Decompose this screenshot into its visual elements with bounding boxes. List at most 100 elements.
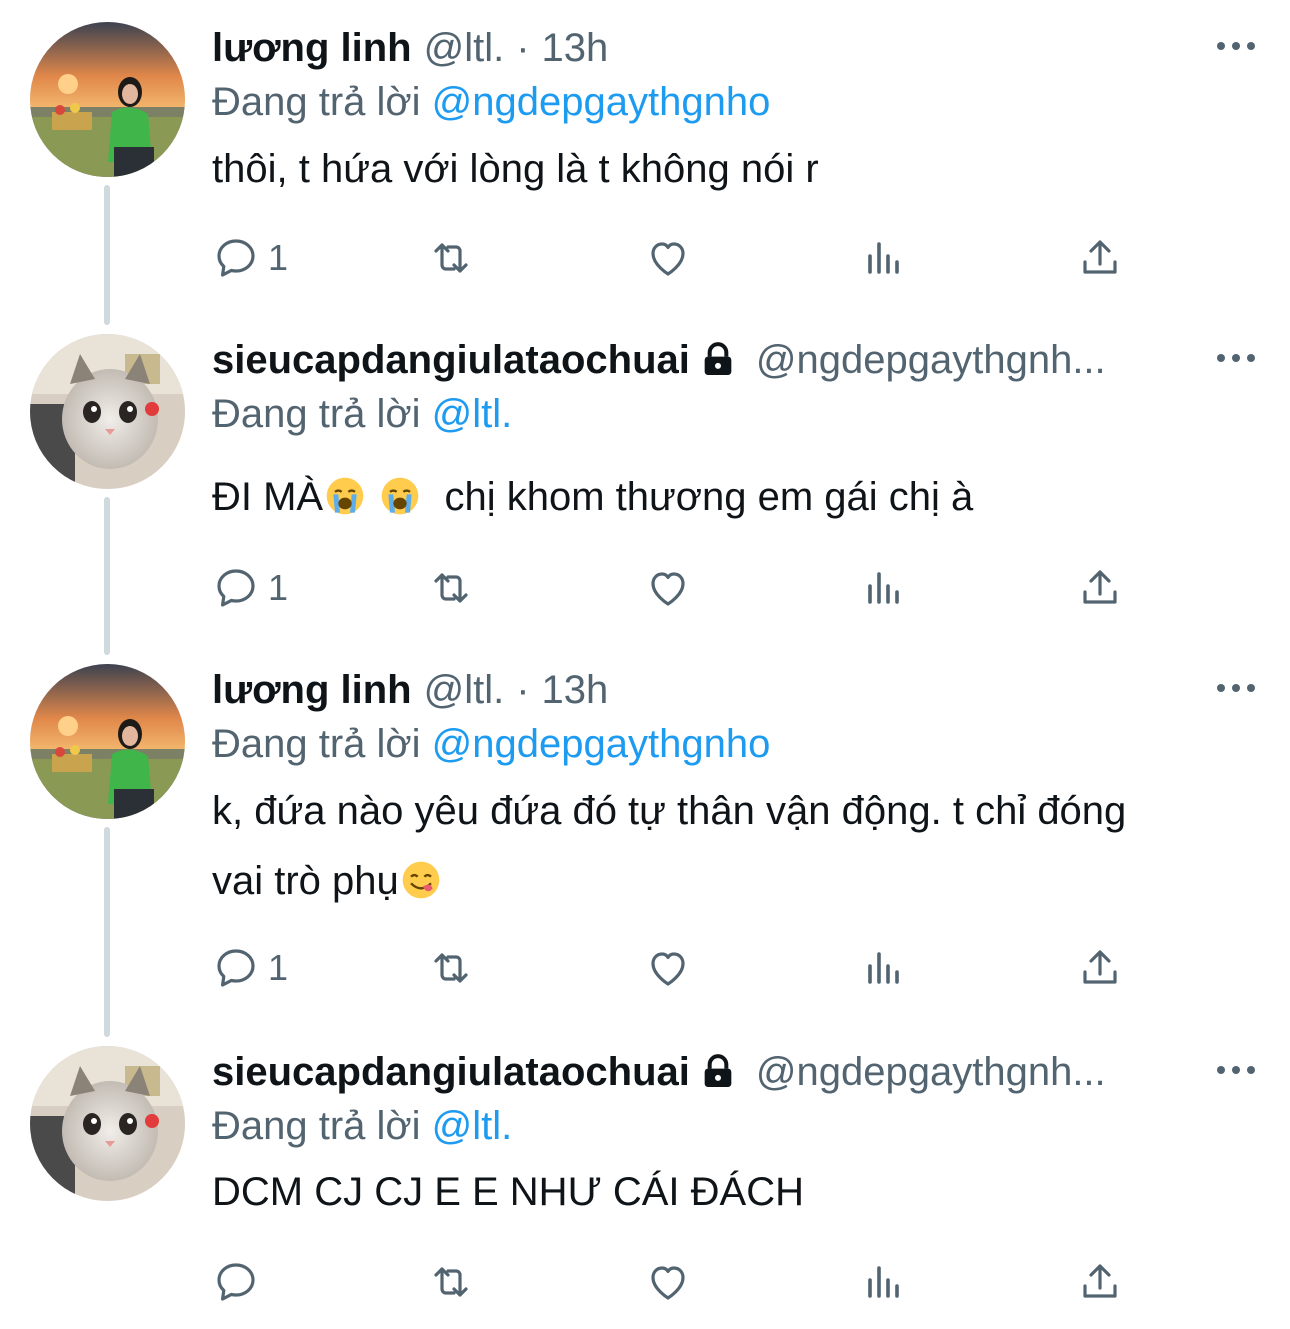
views-button[interactable] xyxy=(860,1258,908,1306)
reply-prefix: Đang trả lời xyxy=(212,392,421,436)
share-icon xyxy=(1083,950,1117,984)
tweet-card[interactable]: sieucapdangiulataochuai @ngdepgaythgnh..… xyxy=(0,312,1290,642)
more-options-icon[interactable] xyxy=(1216,678,1256,698)
share-button[interactable] xyxy=(1076,1258,1124,1306)
more-options-icon[interactable] xyxy=(1216,36,1256,56)
retweet-icon xyxy=(434,573,468,603)
user-handle[interactable]: @ngdepgaythgnh... xyxy=(756,334,1106,386)
reply-icon xyxy=(217,949,255,987)
tweet-header: sieucapdangiulataochuai @ngdepgaythgnh..… xyxy=(212,334,1260,386)
more-options-icon[interactable] xyxy=(1216,348,1256,368)
reply-context: Đang trả lời @ltl. xyxy=(212,1100,512,1152)
retweet-icon xyxy=(434,953,468,983)
tweet-text-line: thôi, t hứa với lòng là t không nói r xyxy=(212,147,819,191)
crying-face-icon xyxy=(326,477,364,515)
tweet-text: DCM CJ CJ E E NHƯ CÁI ĐÁCH xyxy=(212,1157,1230,1227)
share-button[interactable] xyxy=(1076,944,1124,992)
tweet-text-line: k, đứa nào yêu đứa đó tự thân vận động. … xyxy=(212,789,1127,833)
lock-icon xyxy=(704,1054,732,1087)
retweet-button[interactable] xyxy=(427,564,475,612)
analytics-icon xyxy=(868,572,899,604)
tweet-card[interactable]: lương linh @ltl. · 13h Đang trả lời @ngd… xyxy=(0,642,1290,1022)
retweet-icon xyxy=(434,1267,468,1297)
reply-mention-link[interactable]: @ltl. xyxy=(432,392,513,436)
analytics-icon xyxy=(868,242,899,274)
display-name[interactable]: sieucapdangiulataochuai xyxy=(212,334,690,386)
like-button[interactable] xyxy=(644,564,692,612)
display-name[interactable]: lương linh xyxy=(212,22,412,74)
tweet-text: thôi, t hứa với lòng là t không nói r xyxy=(212,134,1230,204)
retweet-button[interactable] xyxy=(427,234,475,282)
views-button[interactable] xyxy=(860,944,908,992)
tweet-header: lương linh @ltl. · 13h xyxy=(212,664,1260,716)
retweet-button[interactable] xyxy=(427,944,475,992)
reply-button[interactable]: 1 xyxy=(212,234,288,282)
yum-face-icon xyxy=(402,861,440,899)
user-handle[interactable]: @ltl. xyxy=(424,22,505,74)
more-options-icon[interactable] xyxy=(1216,1060,1256,1080)
heart-icon xyxy=(651,242,685,276)
heart-icon xyxy=(651,952,685,986)
reply-icon xyxy=(217,1263,255,1301)
reply-icon xyxy=(217,239,255,277)
reply-button[interactable]: 1 xyxy=(212,564,288,612)
avatar[interactable] xyxy=(30,334,185,489)
like-button[interactable] xyxy=(644,1258,692,1306)
reply-count: 1 xyxy=(268,237,289,278)
action-bar xyxy=(212,1258,1132,1306)
action-bar: 1 xyxy=(212,564,1132,612)
crying-face-icon xyxy=(381,477,419,515)
tweet-text-part: chị khom thương em gái chị à xyxy=(422,475,974,519)
tweet-text: k, đứa nào yêu đứa đó tự thân vận động. … xyxy=(212,776,1230,916)
reply-mention-link[interactable]: @ltl. xyxy=(432,1104,513,1148)
display-name[interactable]: sieucapdangiulataochuai xyxy=(212,1046,690,1098)
reply-mention-link[interactable]: @ngdepgaythgnho xyxy=(432,80,771,124)
avatar[interactable] xyxy=(30,1046,185,1201)
views-button[interactable] xyxy=(860,564,908,612)
separator-dot: · xyxy=(516,26,530,70)
like-button[interactable] xyxy=(644,944,692,992)
reply-mention-link[interactable]: @ngdepgaythgnho xyxy=(432,722,771,766)
reply-button[interactable] xyxy=(212,1258,268,1306)
tweet-header: sieucapdangiulataochuai @ngdepgaythgnh..… xyxy=(212,1046,1260,1098)
reply-context: Đang trả lời @ngdepgaythgnho xyxy=(212,718,770,770)
avatar[interactable] xyxy=(30,664,185,819)
tweet-text-line: vai trò phụ xyxy=(212,846,1230,916)
timestamp[interactable]: 13h xyxy=(542,664,609,716)
reply-context: Đang trả lời @ngdepgaythgnho xyxy=(212,76,770,128)
reply-button[interactable]: 1 xyxy=(212,944,288,992)
timestamp[interactable]: 13h xyxy=(542,22,609,74)
share-icon xyxy=(1083,240,1117,274)
action-bar: 1 xyxy=(212,944,1132,992)
tweet-text-part: ĐI MÀ xyxy=(212,475,324,519)
reply-prefix: Đang trả lời xyxy=(212,80,421,124)
reply-icon xyxy=(217,569,255,607)
heart-icon xyxy=(651,1266,685,1300)
views-button[interactable] xyxy=(860,234,908,282)
share-icon xyxy=(1083,1264,1117,1298)
like-button[interactable] xyxy=(644,234,692,282)
tweet-header: lương linh @ltl. · 13h xyxy=(212,22,1260,74)
retweet-button[interactable] xyxy=(427,1258,475,1306)
share-button[interactable] xyxy=(1076,234,1124,282)
reply-prefix: Đang trả lời xyxy=(212,1104,421,1148)
reply-context: Đang trả lời @ltl. xyxy=(212,388,512,440)
tweet-card[interactable]: sieucapdangiulataochuai @ngdepgaythgnh..… xyxy=(0,1024,1290,1329)
lock-icon xyxy=(704,342,732,375)
retweet-icon xyxy=(434,243,468,273)
share-button[interactable] xyxy=(1076,564,1124,612)
heart-icon xyxy=(651,572,685,606)
tweet-text: ĐI MÀ chị khom thương em gái chị à xyxy=(212,462,1230,532)
separator-dot: · xyxy=(516,668,530,712)
display-name[interactable]: lương linh xyxy=(212,664,412,716)
user-handle[interactable]: @ltl. xyxy=(424,664,505,716)
tweet-text-line: DCM CJ CJ E E NHƯ CÁI ĐÁCH xyxy=(212,1170,804,1214)
user-handle[interactable]: @ngdepgaythgnh... xyxy=(756,1046,1106,1098)
reply-count: 1 xyxy=(268,567,289,608)
share-icon xyxy=(1083,570,1117,604)
tweet-card[interactable]: lương linh @ltl. · 13h Đang trả lời @ngd… xyxy=(0,0,1290,320)
avatar[interactable] xyxy=(30,22,185,177)
action-bar: 1 xyxy=(212,234,1132,282)
analytics-icon xyxy=(868,1266,899,1298)
reply-count: 1 xyxy=(268,947,289,988)
